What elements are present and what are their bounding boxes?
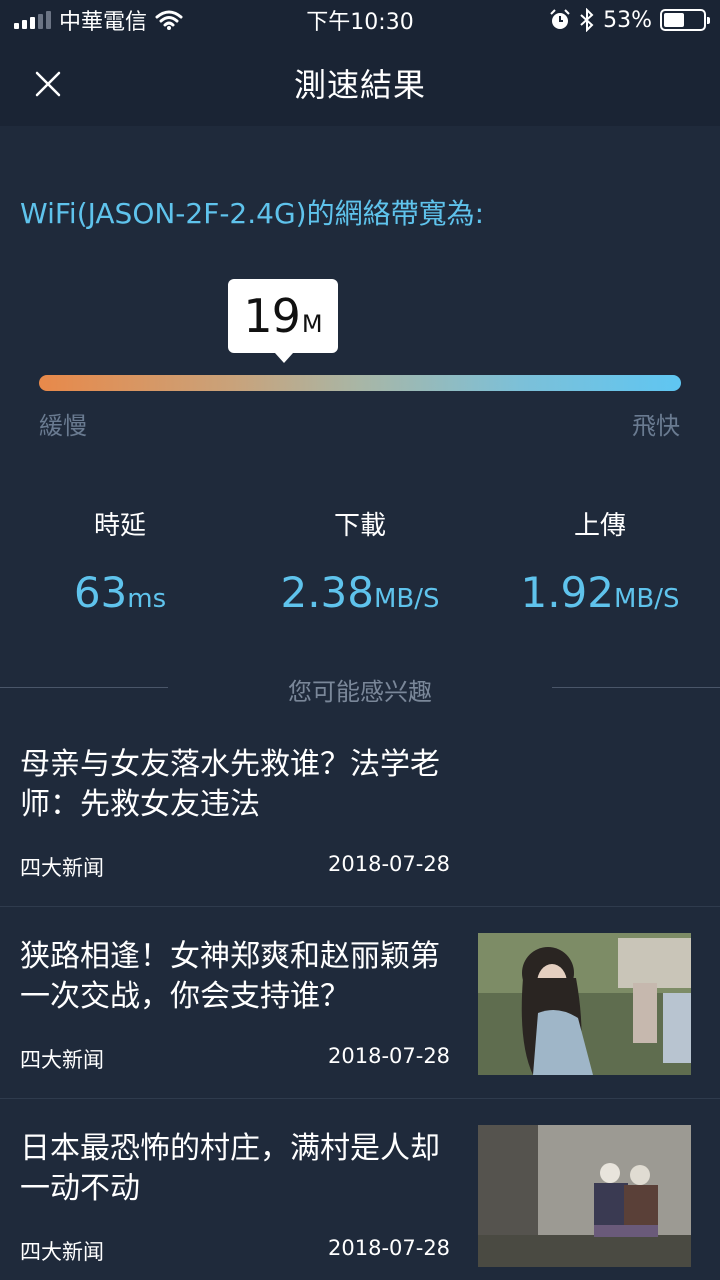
close-icon (35, 71, 61, 97)
metric-value: 1.92MB/S (480, 568, 720, 617)
metric-label: 下載 (333, 511, 386, 541)
news-item[interactable]: 母亲与女友落水先救谁？法学老师：先救女友违法 四大新闻 2018-07-28 (0, 740, 720, 906)
wifi-icon (155, 10, 183, 30)
slow-label: 緩慢 (39, 412, 87, 440)
close-button[interactable] (28, 64, 68, 104)
network-bandwidth-label: WiFi(JASON-2F-2.4G)的網絡帶寬為: (20, 197, 485, 230)
thumbnail-image (478, 933, 691, 1075)
news-source: 四大新闻 (20, 856, 104, 880)
news-source: 四大新闻 (20, 1048, 104, 1072)
battery-fill (664, 13, 685, 27)
latency-metric: 時延 63ms (0, 505, 240, 617)
bandwidth-unit: M (301, 310, 323, 338)
upload-metric: 上傳 1.92MB/S (480, 505, 720, 617)
news-title: 狭路相逢！女神郑爽和赵丽颖第一次交战，你会支持谁？ (20, 939, 440, 1014)
metrics-row: 時延 63ms 下載 2.38MB/S 上傳 1.92MB/S (0, 505, 720, 617)
carrier-name: 中華電信 (59, 10, 148, 35)
fast-label: 飛快 (632, 412, 680, 440)
news-item[interactable]: 日本最恐怖的村庄，满村是人却一动不动 四大新闻 2018-07-28 (0, 1099, 720, 1280)
metric-label: 時延 (93, 511, 146, 541)
interest-label: 您可能感兴趣 (288, 678, 432, 706)
bluetooth-icon (580, 8, 594, 32)
news-title: 母亲与女友落水先救谁？法学老师：先救女友违法 (20, 747, 440, 822)
metric-value: 63ms (0, 568, 240, 617)
bandwidth-value: 19 (243, 289, 301, 343)
divider-line-right (552, 687, 720, 688)
status-right: 53% (549, 7, 710, 33)
speed-gradient-bar (39, 375, 681, 391)
metric-unit: ms (127, 584, 167, 614)
interest-divider: 您可能感兴趣 (0, 672, 720, 706)
news-item[interactable]: 狭路相逢！女神郑爽和赵丽颖第一次交战，你会支持谁？ 四大新闻 2018-07-2… (0, 907, 720, 1098)
download-metric: 下載 2.38MB/S (240, 505, 480, 617)
thumbnail-image (478, 1125, 691, 1267)
metric-unit: MB/S (373, 584, 440, 614)
header: 測速結果 (0, 40, 720, 126)
metric-value: 2.38MB/S (240, 568, 480, 617)
metric-unit: MB/S (613, 584, 680, 614)
status-left: 中華電信 (14, 4, 183, 36)
battery-icon (660, 9, 710, 31)
battery-percent: 53% (603, 7, 652, 33)
page-title: 測速結果 (293, 66, 426, 104)
bandwidth-bubble: 19 M (228, 279, 338, 363)
news-thumbnail (478, 933, 691, 1075)
news-date: 2018-07-28 (328, 1044, 451, 1068)
alarm-icon (550, 9, 570, 29)
news-source: 四大新闻 (20, 1240, 104, 1264)
metric-number: 2.38 (280, 568, 374, 617)
signal-icon (14, 11, 51, 29)
news-date: 2018-07-28 (328, 1236, 451, 1260)
status-bar: 中華電信 下午10:30 53% (0, 0, 720, 40)
metric-number: 63 (73, 568, 128, 617)
news-title: 日本最恐怖的村庄，满村是人却一动不动 (20, 1131, 440, 1206)
metric-number: 1.92 (520, 568, 614, 617)
metric-label: 上傳 (573, 511, 626, 541)
news-thumbnail (478, 1125, 691, 1267)
news-date: 2018-07-28 (328, 852, 451, 876)
